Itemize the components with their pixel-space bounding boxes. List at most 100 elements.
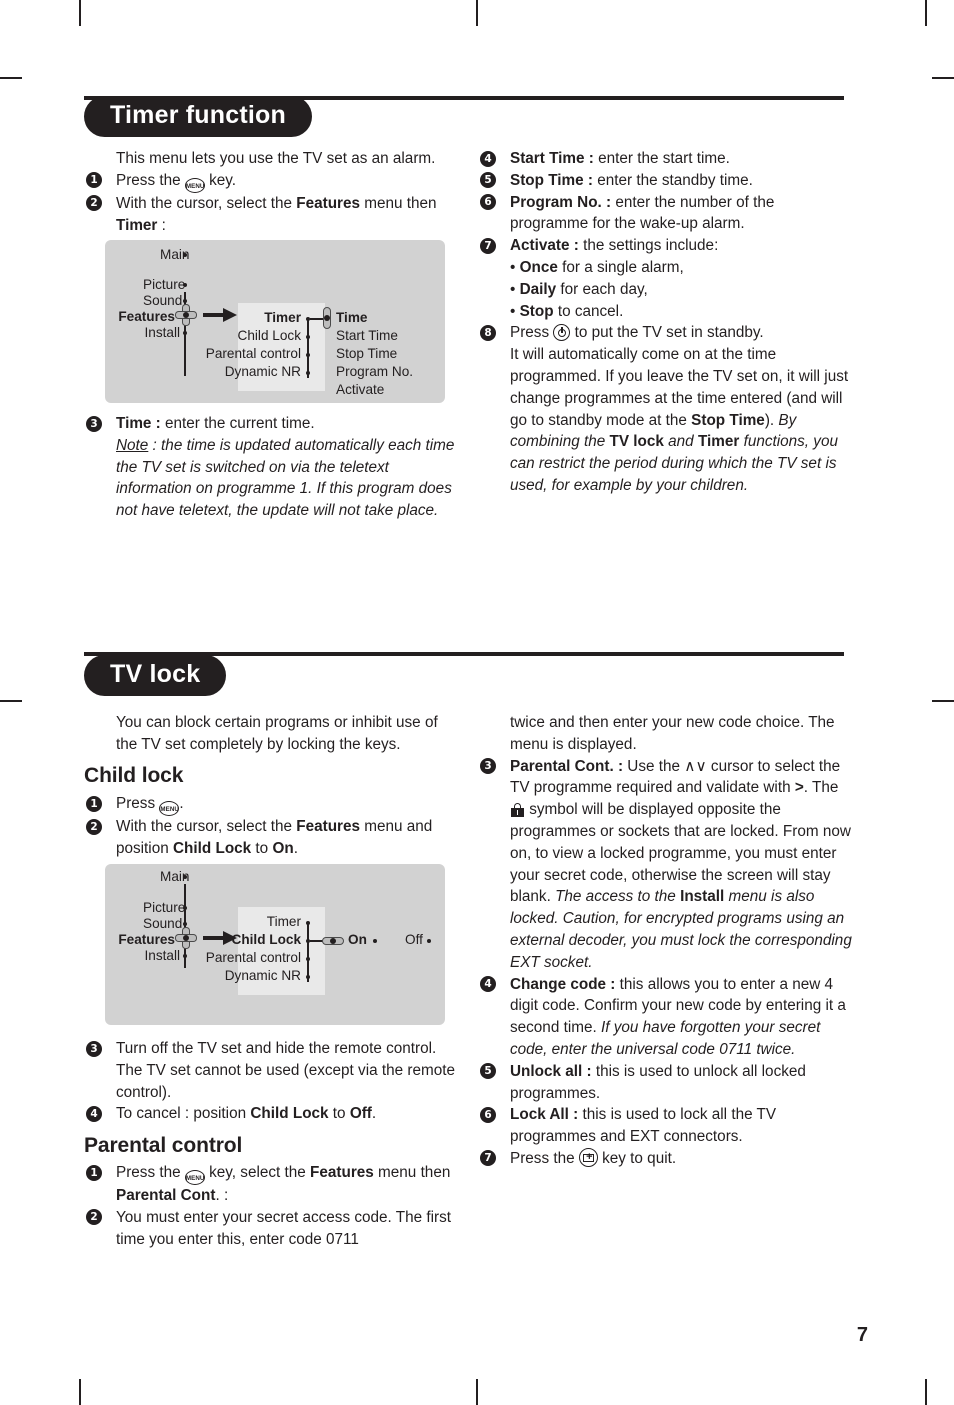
timer-step8-italic-mid: and [663,433,698,451]
timer-bullet-stop-bold: Stop [519,302,554,320]
timer-diagram-label-timer: Timer [264,310,301,325]
timer-step2-text-b: menu [360,194,403,212]
timer-step8-after: to put the TV set in standby. [570,324,764,342]
tvlock-step3-italic-a: The access to the [555,888,681,906]
power-standby-icon [553,324,571,342]
timer-step3-bold: Time : [116,415,161,432]
exit-key-icon [578,1147,599,1167]
step-number-7: 7 [480,237,496,254]
timer-bullet-once-rest: for a single alarm, [557,258,684,276]
step-number-1: 1 [86,795,102,812]
step-number-6: 6 [480,194,496,211]
timer-diagram-label-activate: Activate [336,382,385,397]
timer-right-column: 4 Start Time : enter the start time. 5 S… [478,148,853,497]
tvlock-step3-install: Install [680,888,725,906]
step-number-2: 2 [86,818,102,835]
timer-step-2: 2 With the cursor, select the Features m… [84,193,456,237]
timer-step2-features: Features [296,194,361,212]
timer-bullet-once: • Once for a single alarm, [478,257,853,279]
timer-step5-rest: enter the standby time. [593,171,753,189]
timer-step2-text-a: With the cursor, select the [116,194,297,212]
step-number-4: 4 [86,1105,102,1122]
childlock-diagram-dot-on [373,938,378,943]
timer-menu-navigation-diagram: Main Picture Sound Features Install Time… [105,240,445,403]
childlock-step2-a: With the cursor, select the [116,818,297,835]
tvlock-step4-bold: Change code : [510,975,616,993]
timer-diagram-label-time: Time [336,310,368,325]
step-number-8: 8 [480,324,496,341]
childlock-step1-after: . [179,795,184,812]
lock-icon [511,803,524,818]
timer-note-body: : the time is updated automatically each… [116,436,455,520]
childlock-diagram-dot-install [183,954,188,959]
timer-step3-rest: enter the current time. [160,415,315,432]
timer-step-8: 8 Press to put the TV set in standby. It… [478,322,853,496]
tvlock-step-7: 7 Press the key to quit. [478,1147,853,1170]
parental-step1-a: Press the [116,1164,185,1181]
childlock-diagram-dot-off [427,938,432,943]
timer-diagram-label-parental: Parental control [205,346,301,361]
crop-mark-bottom-left [79,1379,81,1405]
timer-diagram-label-starttime: Start Time [336,328,398,343]
childlock-diagram-dot-parental [306,956,311,961]
cursor-navpad-icon-2 [322,307,332,329]
crop-mark-right-top [932,77,954,79]
step-number-3: 3 [86,1040,102,1057]
childlock-step-4: 4 To cancel : position Child Lock to Off… [84,1103,456,1125]
childlock-diagram-dot-picture [183,906,188,911]
timer-diagram-label-childlock: Child Lock [237,328,301,343]
childlock-diagram-label-timer: Timer [266,914,301,929]
timer-step-7: 7 Activate : the settings include: [478,235,853,257]
childlock-diagram-label-childlock: Child Lock [231,932,301,947]
childlock-steps-top: 1 Press MENU. 2 With the cursor, select … [84,793,456,860]
childlock-step4-bold2: Off [349,1105,372,1123]
parental-step1-parentalcont: Parental Cont [116,1187,216,1204]
menu-key-icon: MENU [159,801,180,816]
parental-step-1: 1 Press the MENU key, select the Feature… [84,1162,456,1207]
tvlock-step-5: 5 Unlock all : this is used to unlock al… [478,1061,853,1105]
childlock-diagram-label-main: Main [160,869,190,884]
timer-step8-tvlock: TV lock [609,433,664,451]
timer-bullet-daily: • Daily for each day, [478,279,853,301]
step-number-5: 5 [480,1063,496,1080]
tvlock-step5-bold: Unlock all : [510,1062,592,1080]
bullet-marker-once: • [510,258,516,276]
parental-step-2: 2 You must enter your secret access code… [84,1207,456,1251]
page-number: 7 [856,1324,868,1346]
timer-step8-timerword: Timer [697,433,740,451]
childlock-diagram-dot-timer [306,920,311,925]
timer-diagram-dot-parental [306,352,311,357]
childlock-step2-childlock: Child Lock [172,839,252,857]
tvlock-step6-bold: Lock All : [510,1106,579,1124]
timer-step1-text-a: Press the [116,171,185,189]
step-number-6: 6 [480,1106,496,1123]
timer-step8-body-a: It will automatically come on at the tim… [510,346,849,429]
timer-step3-block: 3 Time : enter the current time. Note : … [84,413,456,522]
childlock-step2-on: On [272,839,294,857]
timer-bullet-stop-rest: to cancel. [553,302,624,320]
timer-step-4: 4 Start Time : enter the start time. [478,148,853,170]
parental-step1-e: . : [215,1187,229,1204]
step-number-1: 1 [86,1164,102,1181]
childlock-step1-before: Press [116,795,160,812]
childlock-step-3: 3 Turn off the TV set and hide the remot… [84,1038,456,1103]
timer-step7-bold: Activate : [510,237,579,255]
childlock-step2-b: menu [360,818,403,835]
tvlock-step-4: 4 Change code : this allows you to enter… [478,974,853,1061]
crop-mark-right-middle [932,700,954,702]
childlock-step4-mid: to [328,1105,350,1123]
tvlock-right-column: twice and then enter your new code choic… [478,712,853,1170]
timer-diagram-arrow [203,308,237,322]
manual-page: Timer function This menu lets you use th… [0,0,954,1405]
childlock-diagram-dot-dynamicnr [306,974,311,979]
childlock-diagram-label-picture: Picture [143,900,186,915]
timer-bullet-daily-rest: for each day, [556,280,648,298]
parental-step1-d: then [420,1164,451,1181]
step-number-3: 3 [480,758,496,775]
childlock-step3-text: Turn off the TV set and hide the remote … [116,1040,455,1101]
step-number-2: 2 [86,1209,102,1226]
childlock-diagram-label-parental: Parental control [205,950,301,965]
tvlock-step7-before: Press the [510,1149,579,1167]
tvlock-step-6: 6 Lock All : this is used to lock all th… [478,1104,853,1148]
timer-step8-body-b: ). [764,411,775,429]
